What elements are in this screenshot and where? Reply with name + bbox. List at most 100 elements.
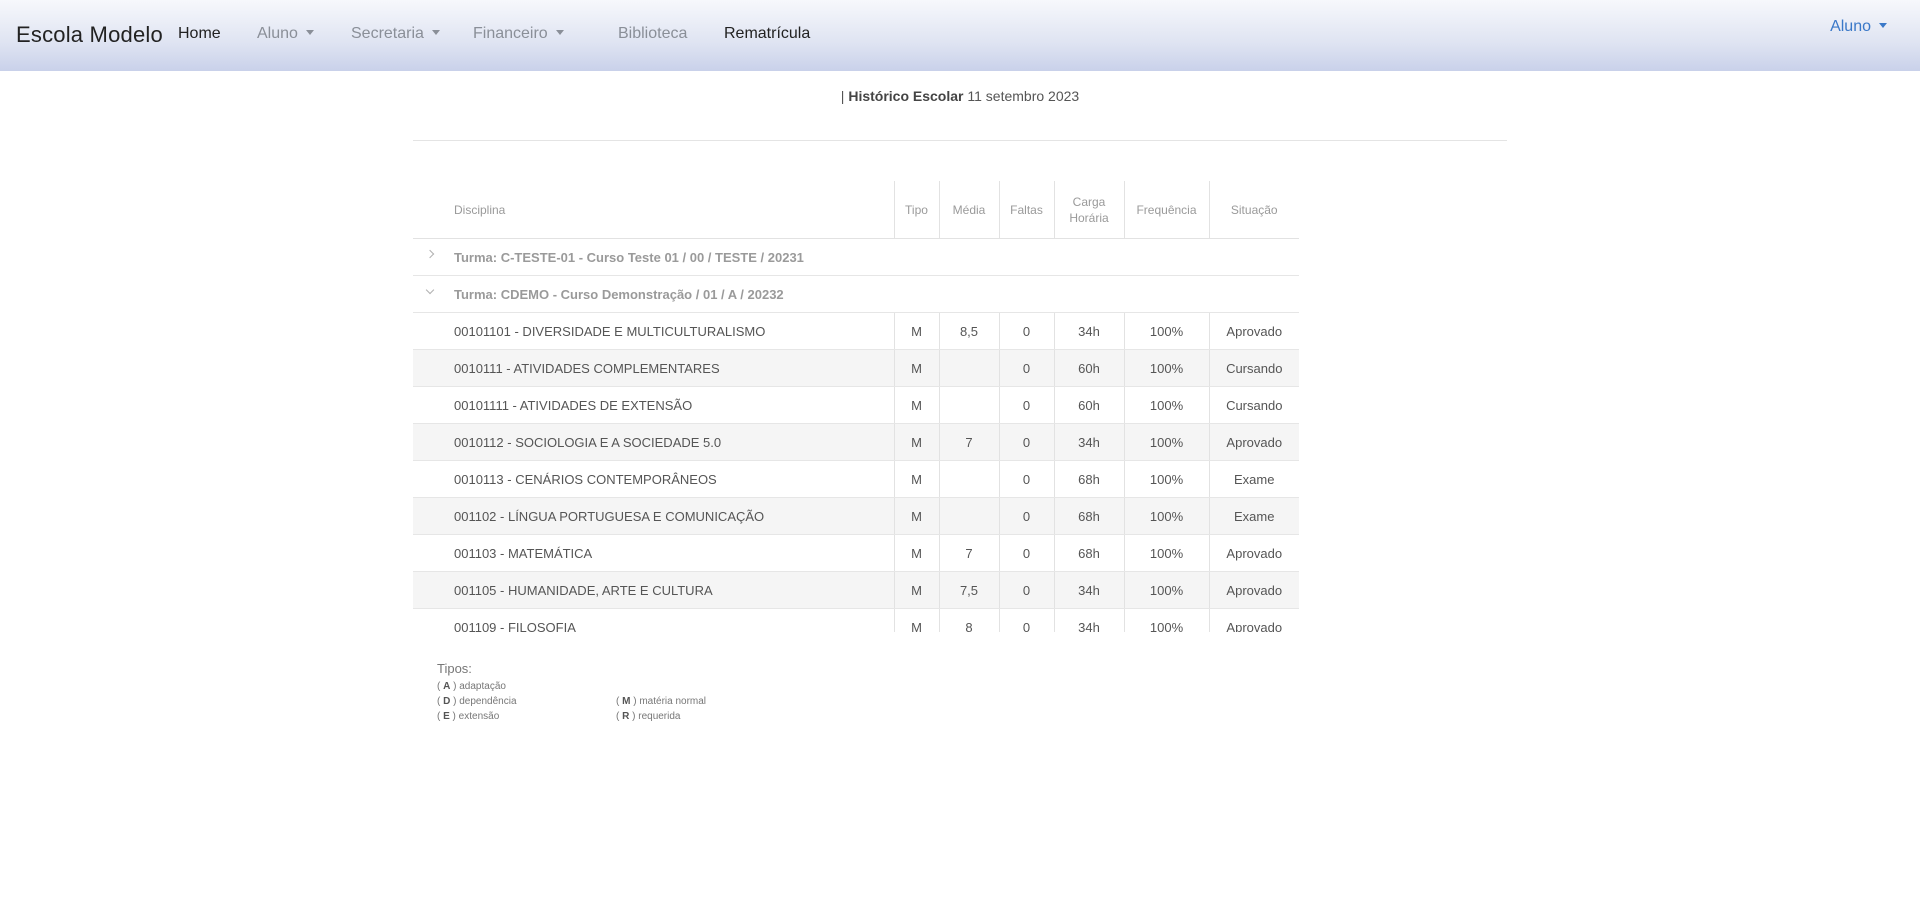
- header-disciplina: Disciplina: [413, 181, 894, 239]
- group-row-collapsed[interactable]: Turma: C-TESTE-01 - Curso Teste 01 / 00 …: [413, 238, 1299, 276]
- legend-item: ( A ) adaptação: [437, 681, 506, 692]
- chevron-right-icon: [425, 249, 435, 259]
- legend-code: D: [443, 696, 451, 707]
- cell-faltas: 0: [998, 497, 1054, 535]
- cell-tipo: M: [893, 423, 939, 461]
- table-row: 001109 - FILOSOFIA M 8 0 34h 100% Aprova…: [413, 608, 1299, 632]
- nav-biblioteca-label: Biblioteca: [618, 25, 688, 42]
- group-cell: Turma: C-TESTE-01 - Curso Teste 01 / 00 …: [413, 238, 1299, 276]
- table-row: 001105 - HUMANIDADE, ARTE E CULTURA M 7,…: [413, 571, 1299, 609]
- cell-frequencia: 100%: [1123, 571, 1209, 609]
- historico-table-scroll[interactable]: Disciplina Tipo Média Faltas Carga Horári…: [413, 181, 1299, 632]
- legend-item: ( D ) dependência: [437, 696, 517, 707]
- table-header-row: Disciplina Tipo Média Faltas Carga Horári…: [413, 181, 1299, 239]
- brand-logo[interactable]: Escola Modelo: [16, 22, 163, 48]
- legend-spacer: [616, 680, 756, 693]
- cell-carga: 34h: [1053, 423, 1124, 461]
- cell-media: [938, 497, 999, 535]
- cell-faltas: 0: [998, 349, 1054, 387]
- cell-disciplina: 001109 - FILOSOFIA: [413, 608, 894, 632]
- legend-item: ( E ) extensão: [437, 711, 500, 722]
- cell-tipo: M: [893, 460, 939, 498]
- cell-tipo: M: [893, 386, 939, 424]
- nav-financeiro-label: Financeiro: [473, 25, 548, 42]
- caret-down-icon: [555, 30, 564, 35]
- header-media: Média: [938, 181, 999, 239]
- cell-frequencia: 100%: [1123, 460, 1209, 498]
- cell-tipo: M: [893, 608, 939, 632]
- cell-carga: 68h: [1053, 460, 1124, 498]
- page-title: Histórico Escolar: [848, 88, 964, 104]
- cell-faltas: 0: [998, 571, 1054, 609]
- nav-secretaria-label: Secretaria: [351, 25, 424, 42]
- nav-home[interactable]: Home: [178, 25, 221, 43]
- header-carga-line1: Carga: [1072, 194, 1106, 209]
- cell-carga: 34h: [1053, 571, 1124, 609]
- cell-tipo: M: [893, 534, 939, 572]
- caret-down-icon: [1879, 23, 1887, 28]
- cell-media: [938, 349, 999, 387]
- legend-code: E: [443, 711, 450, 722]
- divider: [413, 140, 1507, 141]
- cell-frequencia: 100%: [1123, 423, 1209, 461]
- cell-faltas: 0: [998, 423, 1054, 461]
- cell-faltas: 0: [998, 608, 1054, 632]
- header-frequencia: Frequência: [1123, 181, 1209, 239]
- table-row: 0010113 - CENÁRIOS CONTEMPORÂNEOS M 0 68…: [413, 460, 1299, 498]
- legend-title: Tipos:: [437, 661, 472, 676]
- nav-aluno-dropdown[interactable]: Aluno: [257, 25, 314, 43]
- cell-disciplina: 00101101 - DIVERSIDADE E MULTICULTURALIS…: [413, 312, 894, 350]
- nav-biblioteca[interactable]: Biblioteca: [618, 25, 687, 43]
- cell-frequencia: 100%: [1123, 534, 1209, 572]
- nav-home-label: Home: [178, 25, 221, 42]
- legend-code: M: [622, 696, 631, 707]
- page-heading: | Histórico Escolar 11 setembro 2023: [0, 88, 1920, 104]
- cell-frequencia: 100%: [1123, 608, 1209, 632]
- caret-down-icon: [305, 30, 314, 35]
- cell-faltas: 0: [998, 534, 1054, 572]
- cell-disciplina: 001105 - HUMANIDADE, ARTE E CULTURA: [413, 571, 894, 609]
- cell-situacao: Aprovado: [1208, 423, 1299, 461]
- cell-situacao: Exame: [1208, 497, 1299, 535]
- cell-disciplina: 001102 - LÍNGUA PORTUGUESA E COMUNICAÇÃO: [413, 497, 894, 535]
- cell-frequencia: 100%: [1123, 386, 1209, 424]
- header-faltas: Faltas: [998, 181, 1054, 239]
- cell-tipo: M: [893, 497, 939, 535]
- user-menu-label: Aluno: [1830, 18, 1871, 35]
- group-row-expanded[interactable]: Turma: CDEMO - Curso Demonstração / 01 /…: [413, 275, 1299, 313]
- cell-carga: 34h: [1053, 312, 1124, 350]
- nav-financeiro-dropdown[interactable]: Financeiro: [473, 25, 564, 43]
- header-carga-horaria: Carga Horária: [1053, 181, 1124, 239]
- legend-item: ( R ) requerida: [616, 711, 681, 722]
- cell-situacao: Exame: [1208, 460, 1299, 498]
- cell-media: [938, 460, 999, 498]
- cell-media: 7,5: [938, 571, 999, 609]
- legend-label: extensão: [458, 711, 500, 722]
- cell-situacao: Aprovado: [1208, 608, 1299, 632]
- group-cell: Turma: CDEMO - Curso Demonstração / 01 /…: [413, 275, 1299, 313]
- table-row: 00101101 - DIVERSIDADE E MULTICULTURALIS…: [413, 312, 1299, 350]
- cell-carga: 60h: [1053, 386, 1124, 424]
- legend-label: adaptação: [459, 681, 506, 692]
- legend-label: dependência: [459, 696, 517, 707]
- cell-situacao: Cursando: [1208, 386, 1299, 424]
- cell-carga: 68h: [1053, 534, 1124, 572]
- nav-rematricula[interactable]: Rematrícula: [724, 25, 810, 43]
- legend-item: ( M ) matéria normal: [616, 696, 707, 707]
- cell-media: 7: [938, 534, 999, 572]
- navbar: Escola Modelo Home Aluno Secretaria Fina…: [0, 0, 1920, 71]
- cell-situacao: Cursando: [1208, 349, 1299, 387]
- legend-label: matéria normal: [639, 696, 707, 707]
- cell-disciplina: 0010112 - SOCIOLOGIA E A SOCIEDADE 5.0: [413, 423, 894, 461]
- cell-situacao: Aprovado: [1208, 534, 1299, 572]
- cell-situacao: Aprovado: [1208, 312, 1299, 350]
- cell-disciplina: 001103 - MATEMÁTICA: [413, 534, 894, 572]
- legend-label: requerida: [638, 711, 681, 722]
- legend-code: R: [622, 711, 630, 722]
- nav-secretaria-dropdown[interactable]: Secretaria: [351, 25, 440, 43]
- cell-faltas: 0: [998, 312, 1054, 350]
- table-row: 0010112 - SOCIOLOGIA E A SOCIEDADE 5.0 M…: [413, 423, 1299, 461]
- user-menu-dropdown[interactable]: Aluno: [1830, 18, 1887, 36]
- cell-media: 8,5: [938, 312, 999, 350]
- chevron-down-icon: [425, 285, 435, 295]
